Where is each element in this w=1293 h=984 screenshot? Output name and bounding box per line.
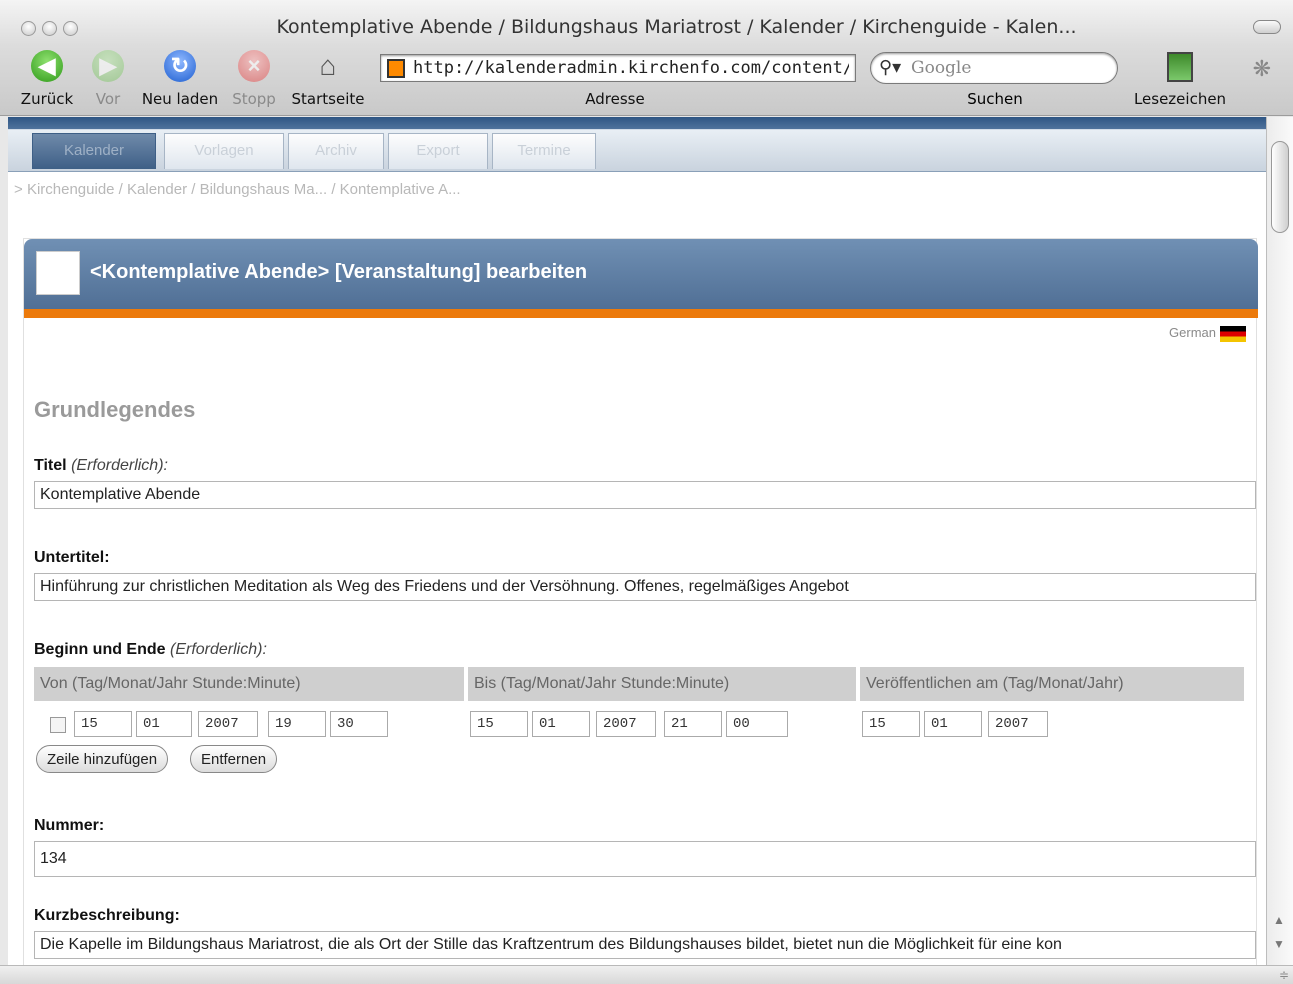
status-bar: ≑ bbox=[0, 965, 1293, 984]
document-icon bbox=[36, 251, 80, 295]
breadcrumb: > Kirchenguide / Kalender / Bildungshaus… bbox=[14, 181, 461, 198]
add-row-button[interactable]: Zeile hinzufügen bbox=[36, 745, 169, 773]
tab-archiv[interactable]: Archiv bbox=[288, 133, 384, 169]
bookmarks-label: Lesezeichen bbox=[1133, 90, 1227, 108]
stop-button[interactable]: × Stopp bbox=[228, 50, 280, 108]
bis-minute-input[interactable] bbox=[726, 711, 788, 737]
tab-kalender[interactable]: Kalender bbox=[32, 133, 156, 169]
activity-spinner-icon: ❋ bbox=[1252, 56, 1271, 81]
kurzbeschreibung-input[interactable] bbox=[34, 931, 1256, 959]
german-flag-icon bbox=[1220, 325, 1246, 342]
resize-grip-icon[interactable]: ≑ bbox=[1279, 968, 1289, 982]
arrow-right-icon: ▶ bbox=[92, 50, 124, 82]
page-title: <Kontemplative Abende> [Veranstaltung] b… bbox=[90, 261, 588, 283]
home-icon: ⌂ bbox=[319, 50, 337, 81]
von-hour-input[interactable] bbox=[268, 711, 326, 737]
bis-month-input[interactable] bbox=[532, 711, 590, 737]
required-note: (Erforderlich): bbox=[170, 641, 267, 658]
accent-divider bbox=[24, 309, 1258, 318]
breadcrumb-item[interactable]: Bildungshaus Ma... bbox=[200, 181, 328, 198]
minimize-window-icon[interactable] bbox=[42, 21, 57, 36]
title-bar: Kontemplative Abende / Bildungshaus Mari… bbox=[0, 0, 1293, 46]
bookmarks-button[interactable]: Lesezeichen bbox=[1130, 52, 1230, 108]
page-icon bbox=[387, 59, 405, 78]
bis-day-input[interactable] bbox=[470, 711, 528, 737]
language-label: German bbox=[1169, 325, 1216, 340]
von-month-input[interactable] bbox=[136, 711, 192, 737]
von-minute-input[interactable] bbox=[330, 711, 388, 737]
bookmark-icon bbox=[1167, 52, 1193, 82]
reload-button[interactable]: ↻ Neu laden bbox=[140, 50, 220, 108]
browser-toolbar: ◀ Zurück ▶ Vor ↻ Neu laden × Stopp ⌂ Sta… bbox=[0, 46, 1293, 116]
breadcrumb-item[interactable]: Kirchenguide bbox=[27, 181, 115, 198]
von-year-input[interactable] bbox=[198, 711, 258, 737]
language-selector[interactable]: German bbox=[1169, 325, 1246, 342]
panel-header: <Kontemplative Abende> [Veranstaltung] b… bbox=[24, 239, 1258, 309]
web-content: Kalender Vorlagen Archiv Export Termine … bbox=[8, 117, 1266, 965]
stop-label: Stopp bbox=[232, 90, 276, 108]
scroll-down-arrow-icon[interactable]: ▼ bbox=[1273, 937, 1285, 951]
von-column-header: Von (Tag/Monat/Jahr Stunde:Minute) bbox=[34, 667, 464, 701]
search-input[interactable] bbox=[911, 57, 1101, 79]
breadcrumb-item[interactable]: Kalender bbox=[127, 181, 187, 198]
date-row-checkbox[interactable] bbox=[50, 717, 66, 733]
tab-export[interactable]: Export bbox=[388, 133, 488, 169]
stop-icon: × bbox=[238, 50, 270, 82]
breadcrumb-prefix: > bbox=[14, 181, 23, 198]
breadcrumb-item[interactable]: Kontemplative A... bbox=[340, 181, 461, 198]
window-title: Kontemplative Abende / Bildungshaus Mari… bbox=[276, 16, 1077, 38]
veroeffentlichen-column-header: Veröffentlichen am (Tag/Monat/Jahr) bbox=[860, 667, 1244, 701]
search-icon[interactable]: ⚲▾ bbox=[879, 57, 901, 78]
home-button[interactable]: ⌂ Startseite bbox=[290, 50, 366, 108]
edit-panel: <Kontemplative Abende> [Veranstaltung] b… bbox=[23, 238, 1258, 965]
bis-column-header: Bis (Tag/Monat/Jahr Stunde:Minute) bbox=[468, 667, 856, 701]
veroeffentlichen-year-input[interactable] bbox=[988, 711, 1048, 737]
reload-label: Neu laden bbox=[141, 90, 219, 108]
address-bar[interactable] bbox=[380, 54, 856, 82]
nummer-input[interactable] bbox=[34, 841, 1256, 877]
required-note: (Erforderlich): bbox=[71, 457, 168, 474]
browser-window: Kontemplative Abende / Bildungshaus Mari… bbox=[0, 0, 1293, 984]
vertical-scrollbar[interactable]: ▲ ▼ bbox=[1266, 117, 1293, 965]
beginn-ende-label: Beginn und Ende (Erforderlich): bbox=[34, 641, 267, 659]
untertitel-input[interactable] bbox=[34, 573, 1256, 601]
cms-tab-bar: Kalender Vorlagen Archiv Export Termine bbox=[8, 117, 1266, 172]
tab-vorlagen[interactable]: Vorlagen bbox=[164, 133, 284, 169]
veroeffentlichen-month-input[interactable] bbox=[924, 711, 982, 737]
address-input[interactable] bbox=[413, 56, 849, 80]
beginn-ende-label-text: Beginn und Ende bbox=[34, 641, 166, 658]
scrollbar-thumb[interactable] bbox=[1271, 141, 1289, 233]
section-heading: Grundlegendes bbox=[34, 397, 196, 422]
search-label: Suchen bbox=[967, 90, 1023, 108]
home-label: Startseite bbox=[291, 90, 365, 108]
tab-termine[interactable]: Termine bbox=[492, 133, 596, 169]
titel-label: Titel (Erforderlich): bbox=[34, 457, 168, 475]
veroeffentlichen-day-input[interactable] bbox=[862, 711, 920, 737]
bis-hour-input[interactable] bbox=[664, 711, 722, 737]
untertitel-label: Untertitel: bbox=[34, 549, 110, 566]
arrow-left-icon: ◀ bbox=[31, 50, 63, 82]
back-button[interactable]: ◀ Zurück bbox=[18, 50, 76, 108]
scroll-up-arrow-icon[interactable]: ▲ bbox=[1273, 913, 1285, 927]
toolbar-toggle-button[interactable] bbox=[1253, 20, 1281, 34]
forward-label: Vor bbox=[95, 90, 121, 108]
forward-button[interactable]: ▶ Vor bbox=[88, 50, 128, 108]
search-bar[interactable]: ⚲▾ bbox=[870, 52, 1118, 84]
zoom-window-icon[interactable] bbox=[63, 21, 78, 36]
back-label: Zurück bbox=[20, 90, 74, 108]
titel-label-text: Titel bbox=[34, 457, 67, 474]
address-label: Adresse bbox=[585, 90, 645, 108]
bis-year-input[interactable] bbox=[596, 711, 656, 737]
kurzbeschreibung-label: Kurzbeschreibung: bbox=[34, 907, 180, 924]
close-window-icon[interactable] bbox=[21, 21, 36, 36]
von-day-input[interactable] bbox=[74, 711, 132, 737]
nummer-label: Nummer: bbox=[34, 817, 105, 834]
reload-icon: ↻ bbox=[164, 50, 196, 82]
remove-button[interactable]: Entfernen bbox=[190, 745, 278, 773]
titel-input[interactable] bbox=[34, 481, 1256, 509]
